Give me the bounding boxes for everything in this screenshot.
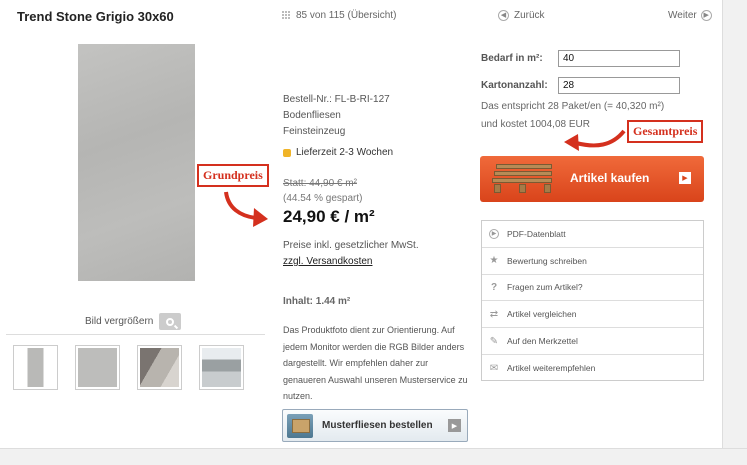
action-label: Fragen zum Artikel? xyxy=(507,282,583,293)
gallery-divider xyxy=(6,334,265,335)
grundpreis-arrow-icon xyxy=(224,191,268,227)
arrow-right-icon: ▶ xyxy=(679,172,691,184)
gesamtpreis-annotation: Gesamtpreis xyxy=(627,120,704,143)
zoom-control[interactable]: Bild vergrößern xyxy=(85,313,182,330)
thumbnail-4[interactable] xyxy=(199,345,244,390)
grundpreis-annotation: Grundpreis xyxy=(197,164,269,187)
action-compare[interactable]: ⇄ Artikel vergleichen xyxy=(482,301,703,329)
gesamtpreis-arrow-icon xyxy=(564,129,626,151)
zoom-label[interactable]: Bild vergrößern xyxy=(85,316,153,327)
thumbnail-2[interactable] xyxy=(75,345,120,390)
buy-button[interactable]: Artikel kaufen ▶ xyxy=(480,156,704,202)
page-right-edge xyxy=(722,0,747,465)
quantity-summary: Das entspricht 28 Paket/en (= 40,320 m²) xyxy=(481,101,665,112)
shipping-link[interactable]: zzgl. Versandkosten xyxy=(283,256,373,267)
action-label: Auf den Merkzettel xyxy=(507,336,578,347)
notepad-icon: ✎ xyxy=(489,335,499,347)
sample-order-button[interactable]: Musterfliesen bestellen ▶ xyxy=(282,409,468,442)
action-question[interactable]: ? Fragen zum Artikel? xyxy=(482,275,703,302)
package-content: Inhalt: 1.44 m² xyxy=(283,296,351,307)
action-review[interactable]: ★ Bewertung schreiben xyxy=(482,248,703,275)
pallet-icon xyxy=(492,162,555,196)
back-label[interactable]: Zurück xyxy=(514,10,545,21)
back-link[interactable]: ◀ Zurück xyxy=(498,10,545,21)
grid-icon xyxy=(282,11,291,20)
action-pdf[interactable]: ▶ PDF-Datenblatt xyxy=(482,221,703,248)
action-label: Bewertung schreiben xyxy=(507,255,587,266)
action-label: PDF-Datenblatt xyxy=(507,228,566,239)
pager[interactable]: 85 von 115 (Übersicht) xyxy=(282,10,396,21)
order-number: Bestell-Nr.: FL-B-RI-127 xyxy=(283,94,390,105)
vat-note: Preise inkl. gesetzlicher MwSt. xyxy=(283,240,419,251)
action-list: ▶ PDF-Datenblatt ★ Bewertung schreiben ?… xyxy=(481,220,704,381)
thumbnail-1[interactable] xyxy=(13,345,58,390)
action-recommend[interactable]: ✉ Artikel weiterempfehlen xyxy=(482,355,703,382)
compare-icon: ⇄ xyxy=(489,308,499,320)
bedarf-input[interactable] xyxy=(558,50,680,67)
sample-box-icon xyxy=(287,413,313,438)
pager-label[interactable]: 85 von 115 (Übersicht) xyxy=(296,10,396,21)
product-category: Bodenfliesen xyxy=(283,110,341,121)
pdf-icon: ▶ xyxy=(488,228,500,239)
action-notepad[interactable]: ✎ Auf den Merkzettel xyxy=(482,328,703,355)
karton-input[interactable] xyxy=(558,77,680,94)
sample-order-label: Musterfliesen bestellen xyxy=(322,420,433,431)
product-title: Trend Stone Grigio 30x60 xyxy=(17,9,174,24)
page-bottom-edge xyxy=(0,448,747,465)
delivery-time: Lieferzeit 2-3 Wochen xyxy=(283,147,393,158)
recommend-icon: ✉ xyxy=(489,362,499,374)
chevron-left-icon: ◀ xyxy=(498,10,509,21)
question-icon: ? xyxy=(490,281,498,293)
product-material: Feinsteinzeug xyxy=(283,126,346,137)
next-label[interactable]: Weiter xyxy=(668,10,697,21)
karton-label: Kartonanzahl: xyxy=(481,80,548,91)
star-icon: ★ xyxy=(489,255,499,267)
chevron-right-icon: ▶ xyxy=(700,10,712,21)
action-label: Artikel weiterempfehlen xyxy=(507,363,596,374)
bedarf-label: Bedarf in m²: xyxy=(481,53,543,64)
product-image[interactable] xyxy=(78,44,195,281)
old-price: Statt: 44,90 € m² xyxy=(283,178,357,189)
product-description: Das Produktfoto dient zur Orientierung. … xyxy=(283,325,468,401)
action-label: Artikel vergleichen xyxy=(507,309,577,320)
buy-button-label: Artikel kaufen xyxy=(570,171,650,185)
delivery-time-label: Lieferzeit 2-3 Wochen xyxy=(296,147,394,158)
thumbnail-3[interactable] xyxy=(137,345,182,390)
status-dot-icon xyxy=(283,148,291,157)
next-link[interactable]: Weiter ▶ xyxy=(668,10,712,21)
savings: (44.54 % gespart) xyxy=(283,193,363,204)
magnifier-icon[interactable] xyxy=(159,313,182,330)
arrow-right-icon: ▶ xyxy=(448,419,461,432)
unit-price: 24,90 € / m² xyxy=(283,207,375,226)
